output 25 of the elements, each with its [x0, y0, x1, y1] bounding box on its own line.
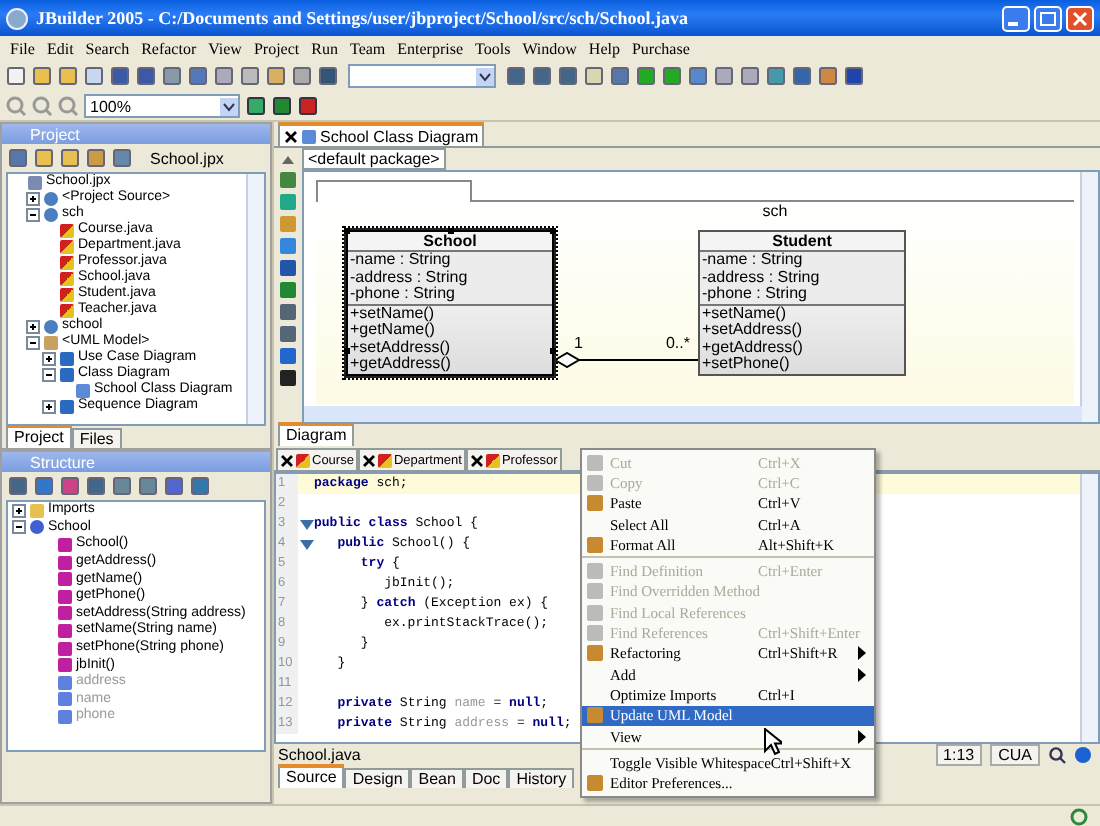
class-method: +setAddress()	[348, 339, 453, 356]
cursor-position: 1:13	[935, 744, 983, 766]
class-name: Student	[700, 232, 904, 252]
class-attribute: -phone : String	[348, 286, 455, 303]
class-method: +setAddress()	[700, 322, 805, 339]
class-method: +setPhone()	[700, 356, 790, 373]
panel-title: Structure	[30, 453, 95, 471]
window-title: JBuilder 2005 - C:/Documents and Settings/user/jbproject/School/src/sch/School.java	[36, 8, 689, 28]
class-attribute: -name : String	[348, 252, 453, 269]
tab-label: School Class Diagram	[320, 127, 479, 145]
multiplicity-label: 1	[574, 336, 583, 352]
package-name: sch	[760, 202, 790, 222]
class-method: +getAddress()	[348, 356, 453, 373]
class-method: +setName()	[700, 305, 789, 322]
multiplicity-label: 0..*	[665, 336, 690, 352]
class-attribute: -address : String	[348, 269, 470, 286]
class-name: School	[348, 232, 552, 252]
panel-title: Project	[30, 125, 80, 143]
class-attribute: -address : String	[700, 269, 822, 286]
class-method: +getAddress()	[700, 339, 805, 356]
class-attribute: -name : String	[700, 252, 805, 269]
class-method: +getName()	[348, 322, 437, 339]
class-attribute: -phone : String	[700, 286, 807, 303]
class-method: +setName()	[348, 305, 437, 322]
file-name: School.java	[278, 746, 361, 764]
